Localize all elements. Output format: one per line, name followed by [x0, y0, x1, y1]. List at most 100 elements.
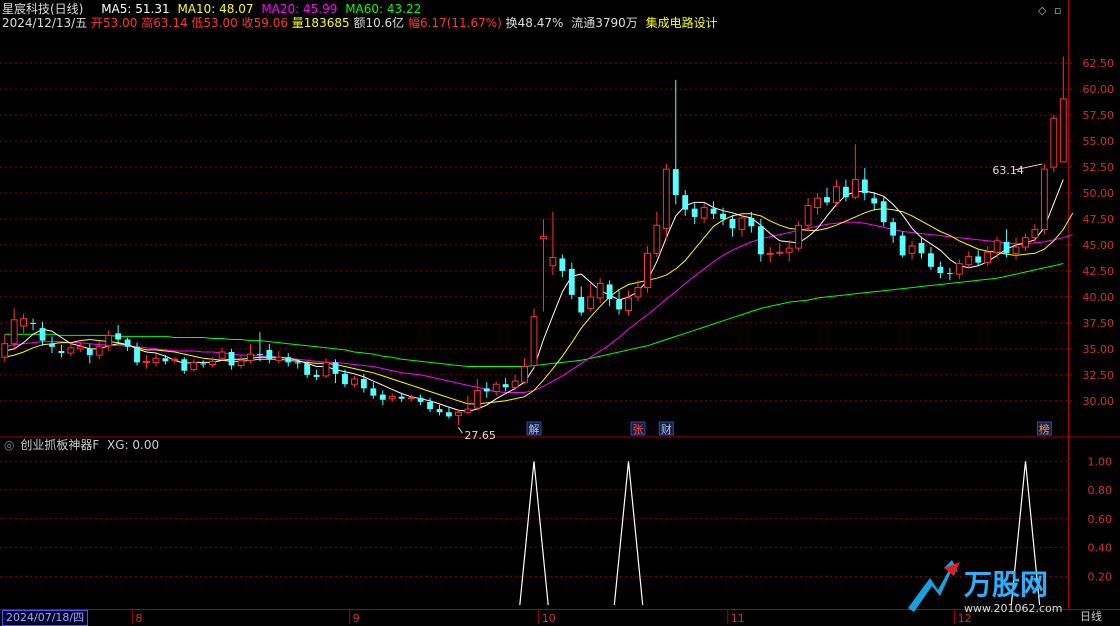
candle-body	[464, 408, 472, 413]
candle	[1, 334, 9, 362]
candle	[937, 261, 944, 279]
candle	[304, 361, 311, 378]
candle-body	[700, 207, 708, 219]
candle	[218, 347, 226, 361]
candle	[49, 336, 55, 354]
y-tick-label: 62.50	[1083, 57, 1115, 70]
candle-body	[228, 352, 235, 366]
candle-body	[143, 360, 150, 363]
candle	[30, 318, 37, 331]
y-tick-label: 52.50	[1083, 161, 1115, 174]
candle-body	[1031, 228, 1039, 239]
candle	[1059, 56, 1067, 163]
candle-body	[218, 351, 226, 359]
event-marker: 解	[526, 421, 542, 436]
candle	[58, 344, 65, 358]
candle-body	[1040, 168, 1048, 230]
candle-body	[473, 389, 481, 409]
candle-body	[1003, 241, 1010, 254]
candle	[804, 198, 812, 232]
candle-body	[350, 378, 358, 385]
candle-body	[30, 322, 37, 324]
candle-body	[266, 349, 273, 360]
ma10-label: MA10: 48.07	[177, 2, 254, 16]
candle-body	[285, 357, 292, 363]
candle	[322, 358, 330, 378]
candle-body	[95, 346, 103, 356]
candle	[908, 240, 916, 260]
candle	[861, 168, 868, 201]
stock-title: 星宸科技(日线)	[2, 2, 84, 16]
candle	[578, 286, 585, 316]
close-price: 收59.06	[241, 16, 288, 30]
candle	[1022, 233, 1029, 252]
sector-label[interactable]: 集成电路设计	[646, 16, 718, 30]
candle-body	[568, 268, 575, 295]
candle	[871, 192, 878, 211]
candle	[454, 409, 462, 426]
candle	[625, 290, 632, 316]
candle-body	[899, 235, 906, 256]
candle-body	[521, 366, 528, 383]
y-tick-label: 57.50	[1083, 109, 1115, 122]
indicator-title[interactable]: 创业抓板神器F	[20, 438, 99, 452]
candle-body	[785, 247, 793, 253]
indicator-toggle-icon[interactable]: ◎	[4, 438, 14, 452]
ma10-line	[4, 208, 1074, 405]
float-value: 流通3790万	[571, 16, 638, 30]
candle-body	[322, 361, 330, 377]
candle	[682, 189, 689, 216]
candle-body	[540, 236, 547, 240]
month-label: 10	[542, 612, 556, 625]
candle-body	[643, 252, 651, 289]
candle-body	[795, 224, 803, 249]
candle	[105, 330, 113, 351]
quote-info: 2024/12/13/五 开53.00 高63.14 低53.00 收59.06…	[2, 16, 722, 30]
y-tick-label: 32.50	[1083, 369, 1115, 382]
ma20-label: MA20: 45.99	[261, 2, 338, 16]
diamond-icon[interactable]: ◇	[1038, 4, 1046, 17]
candle-body	[672, 169, 679, 196]
candle	[662, 163, 670, 239]
indicator-header: ◎ 创业抓板神器F XG: 0.00	[4, 438, 163, 452]
candle-body	[975, 256, 982, 263]
month-label: 11	[731, 612, 745, 625]
candle-body	[1050, 117, 1058, 168]
candle	[549, 211, 557, 276]
candle	[890, 217, 897, 243]
candle	[115, 324, 122, 343]
event-marker: 张	[630, 421, 646, 436]
y-tick-label: 50.00	[1083, 187, 1115, 200]
candle-body	[492, 383, 500, 392]
candle	[824, 187, 830, 206]
candle	[814, 193, 821, 215]
high-price: 高63.14	[141, 16, 188, 30]
event-marker: 榜	[1036, 421, 1052, 436]
candle	[228, 348, 235, 370]
quote-date: 2024/12/13/五	[2, 16, 88, 30]
low-marker-arrow	[457, 426, 463, 434]
candle-body	[880, 201, 887, 223]
ma60-label: MA60: 43.22	[345, 2, 422, 16]
candle	[700, 203, 708, 224]
candle-body	[549, 256, 557, 267]
candle	[10, 308, 18, 349]
candle-body	[720, 213, 726, 220]
candle-body	[313, 374, 320, 377]
candle-body	[1059, 98, 1067, 163]
candle	[606, 280, 613, 307]
candle-body	[682, 195, 689, 210]
candle-body	[152, 357, 160, 363]
candle	[464, 395, 472, 415]
candle-body	[851, 179, 859, 198]
candle-body	[596, 282, 604, 299]
candle	[247, 343, 254, 364]
settings-icon[interactable]: ▫	[1054, 4, 1061, 17]
candle-body	[209, 360, 217, 365]
candle-body	[918, 242, 925, 254]
low-price: 低53.00	[191, 16, 238, 30]
candle	[993, 236, 1001, 259]
candle-body	[653, 224, 661, 254]
stock-chart[interactable]: 30.00 32.50 35.00 37.50 40.00 42.50 45.00 47.50…	[0, 0, 1120, 626]
event-marker-label: 解	[529, 422, 540, 436]
